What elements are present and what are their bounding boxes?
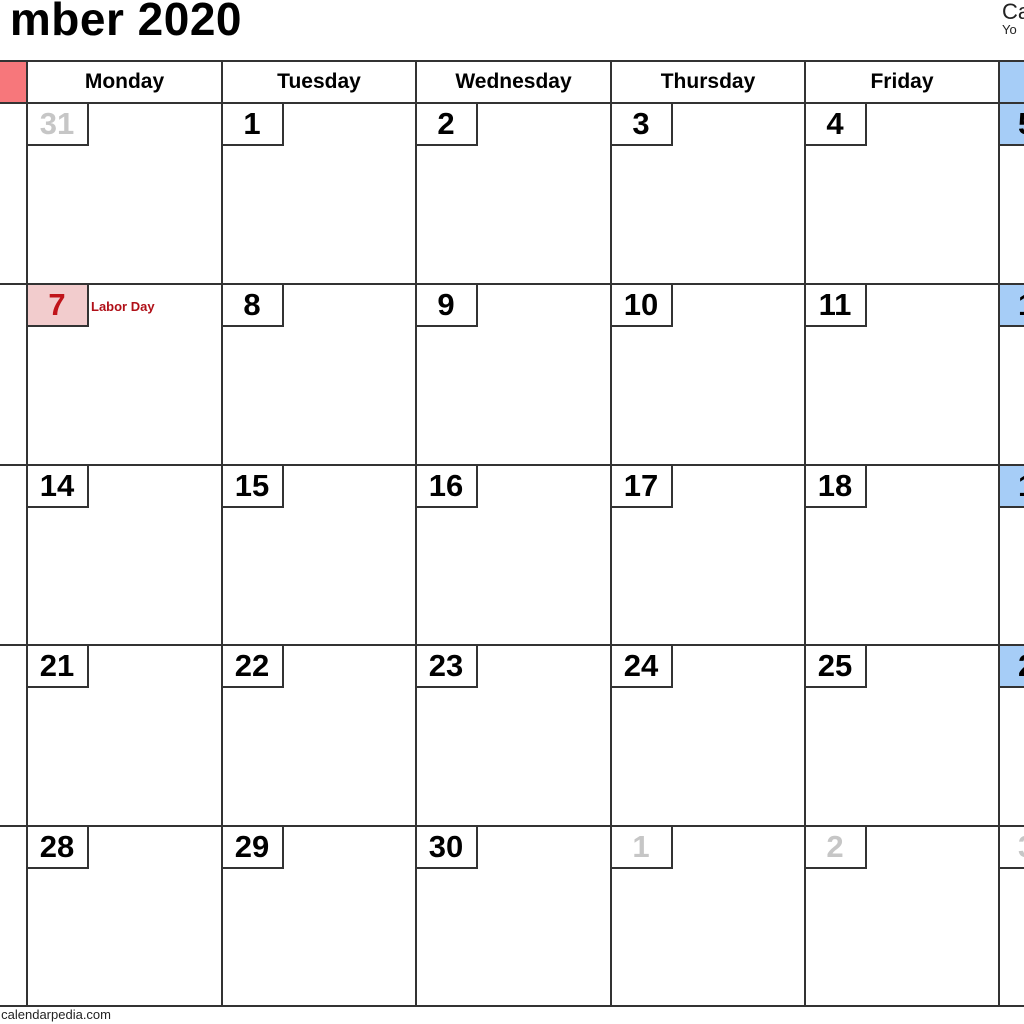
- day-sep-7-holiday[interactable]: 7: [28, 285, 89, 327]
- holiday-label-labor-day: Labor Day: [91, 299, 155, 314]
- day-sep-23[interactable]: 23: [417, 646, 478, 688]
- header-tuesday: Tuesday: [277, 70, 361, 93]
- day-sep-2[interactable]: 2: [417, 104, 478, 146]
- grid-line: [0, 825, 1024, 827]
- day-sep-21[interactable]: 21: [28, 646, 89, 688]
- day-sep-26[interactable]: 2: [1000, 646, 1024, 688]
- grid-line: [0, 464, 1024, 466]
- day-sep-4[interactable]: 4: [806, 104, 867, 146]
- header-sunday: [0, 62, 26, 102]
- day-sep-18[interactable]: 18: [806, 466, 867, 508]
- header-friday: Friday: [870, 70, 934, 93]
- day-sep-14[interactable]: 14: [28, 466, 89, 508]
- calendar-grid: Monday Tuesday Wednesday Thursday Friday…: [0, 0, 1024, 1024]
- day-sep-30[interactable]: 30: [417, 827, 478, 869]
- day-aug-31[interactable]: 31: [28, 104, 89, 146]
- day-sep-22[interactable]: 22: [223, 646, 284, 688]
- day-sep-28[interactable]: 28: [28, 827, 89, 869]
- day-sep-11[interactable]: 11: [806, 285, 867, 327]
- footer-url-link[interactable]: v.calendarpedia.com: [0, 1007, 111, 1022]
- day-oct-2[interactable]: 2: [806, 827, 867, 869]
- day-sep-12[interactable]: 1: [1000, 285, 1024, 327]
- day-sep-17[interactable]: 17: [612, 466, 673, 508]
- header-monday: Monday: [84, 70, 165, 93]
- header-thursday: Thursday: [660, 70, 756, 93]
- day-oct-1[interactable]: 1: [612, 827, 673, 869]
- day-sep-15[interactable]: 15: [223, 466, 284, 508]
- day-sep-19[interactable]: 1: [1000, 466, 1024, 508]
- header-wednesday: Wednesday: [455, 70, 572, 93]
- grid-line: [0, 644, 1024, 646]
- day-sep-25[interactable]: 25: [806, 646, 867, 688]
- day-sep-16[interactable]: 16: [417, 466, 478, 508]
- header-saturday: [1000, 62, 1024, 102]
- grid-line: [0, 1005, 1024, 1007]
- day-sep-9[interactable]: 9: [417, 285, 478, 327]
- day-sep-24[interactable]: 24: [612, 646, 673, 688]
- day-sep-5[interactable]: 5: [1000, 104, 1024, 146]
- grid-line: [0, 60, 1024, 62]
- day-oct-3[interactable]: 3: [1000, 827, 1024, 869]
- day-sep-10[interactable]: 10: [612, 285, 673, 327]
- grid-line: [0, 283, 1024, 285]
- grid-line: [0, 102, 1024, 104]
- day-sep-29[interactable]: 29: [223, 827, 284, 869]
- day-sep-8[interactable]: 8: [223, 285, 284, 327]
- day-sep-1[interactable]: 1: [223, 104, 284, 146]
- day-sep-3[interactable]: 3: [612, 104, 673, 146]
